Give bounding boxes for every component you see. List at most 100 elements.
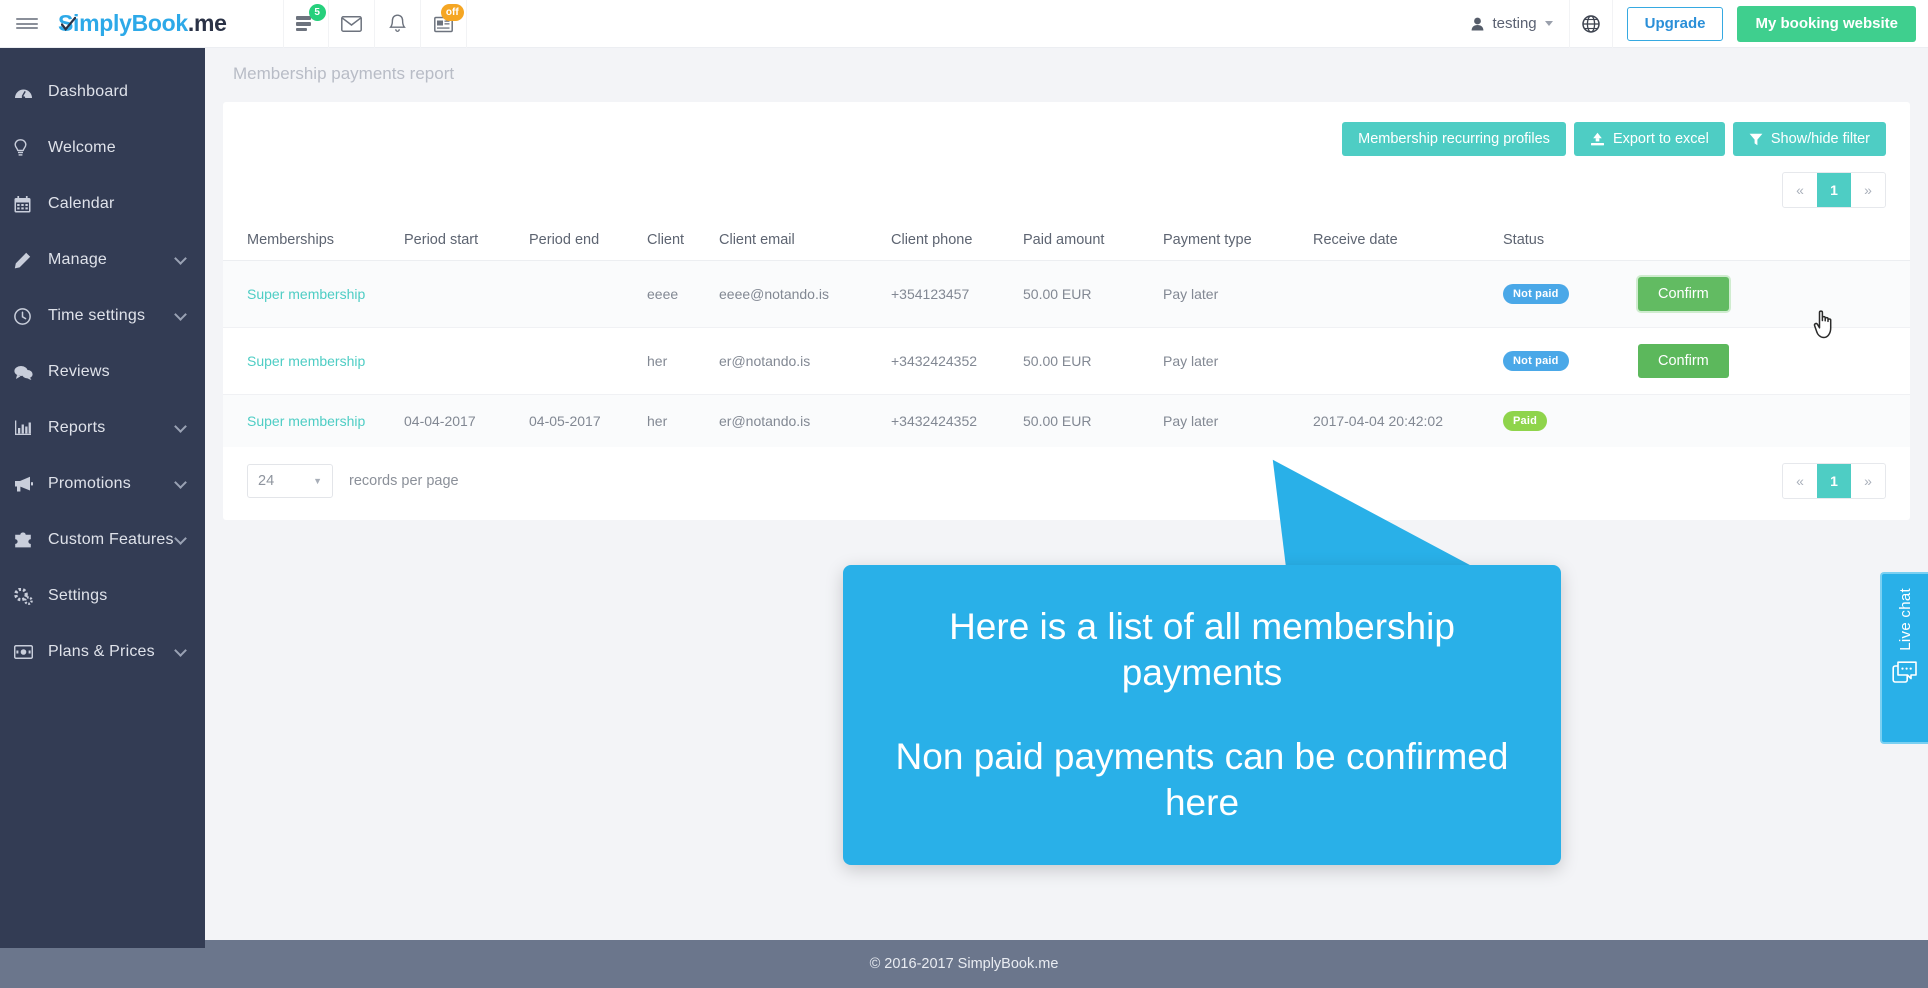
globe-glyph: [1581, 14, 1600, 33]
table-row: Super membership eeee eeee@notando.is +3…: [223, 260, 1910, 328]
chevron-down-icon: [174, 252, 187, 265]
brand-suffix: .me: [187, 10, 227, 36]
status-badge: Not paid: [1503, 284, 1569, 304]
cell-client-phone: +354123457: [885, 260, 1017, 328]
membership-link[interactable]: Super membership: [247, 353, 365, 369]
sidebar-label: Promotions: [48, 475, 131, 492]
pencil-icon: [14, 252, 48, 269]
pagination-page-1-bottom[interactable]: 1: [1817, 464, 1851, 498]
pagination-top: « 1 »: [223, 156, 1910, 208]
cell-paid-amount: 50.00 EUR: [1017, 394, 1157, 447]
cell-action-empty: [1632, 394, 1910, 447]
news-icon[interactable]: off: [421, 0, 467, 48]
sidebar-item-settings[interactable]: Settings: [0, 568, 205, 624]
payments-table: Memberships Period start Period end Clie…: [223, 222, 1910, 447]
calendar-icon: [14, 195, 48, 213]
cell-client-phone: +3432424352: [885, 394, 1017, 447]
confirm-button[interactable]: Confirm: [1638, 277, 1729, 311]
globe-icon[interactable]: [1568, 0, 1613, 48]
sidebar-label: Reports: [48, 419, 106, 436]
clock-icon: [14, 307, 48, 325]
records-per-page-value: 24: [258, 473, 275, 489]
app-root: SimplyBook.me 5 off testing Upgrade My b…: [0, 0, 1928, 988]
sidebar-label: Time settings: [48, 307, 146, 324]
user-name: testing: [1492, 15, 1537, 32]
my-booking-website-button[interactable]: My booking website: [1737, 5, 1916, 42]
table-row: Super membership her er@notando.is +3432…: [223, 327, 1910, 395]
table-head: Memberships Period start Period end Clie…: [223, 222, 1910, 261]
cell-paid-amount: 50.00 EUR: [1017, 327, 1157, 395]
top-header: SimplyBook.me 5 off testing Upgrade My b…: [0, 0, 1928, 48]
page-footer: © 2016-2017 SimplyBook.me: [0, 940, 1928, 988]
cell-period-start: [398, 327, 523, 395]
sidebar-item-reports[interactable]: Reports: [0, 400, 205, 456]
cell-period-end: [523, 327, 641, 395]
col-receive-date: Receive date: [1307, 222, 1497, 261]
sidebar-label: Settings: [48, 587, 108, 604]
callout-line-2: Non paid payments can be confirmed here: [895, 736, 1509, 823]
pagination-prev-bottom[interactable]: «: [1783, 464, 1817, 498]
pagination-next[interactable]: »: [1851, 173, 1885, 207]
bell-icon[interactable]: [375, 0, 421, 48]
membership-link[interactable]: Super membership: [247, 286, 365, 302]
records-per-page-select[interactable]: 24 ▼: [247, 464, 333, 498]
menu-toggle-icon[interactable]: [6, 16, 48, 32]
sidebar-item-custom-features[interactable]: Custom Features: [0, 512, 205, 568]
live-chat-label: Live chat: [1896, 588, 1914, 651]
money-icon: [14, 645, 48, 659]
cell-receive-date: [1307, 260, 1497, 328]
cell-client-email: eeee@notando.is: [713, 260, 885, 328]
col-status: Status: [1497, 222, 1632, 261]
news-badge: off: [440, 3, 464, 21]
sidebar-item-promotions[interactable]: Promotions: [0, 456, 205, 512]
show-hide-filter-label: Show/hide filter: [1770, 131, 1870, 147]
chat-bubble-icon: [1892, 661, 1918, 690]
pagination-next-bottom[interactable]: »: [1851, 464, 1885, 498]
sidebar-item-reviews[interactable]: Reviews: [0, 344, 205, 400]
pagination-prev[interactable]: «: [1783, 173, 1817, 207]
cell-period-end: 04-05-2017: [523, 394, 641, 447]
sidebar-item-time-settings[interactable]: Time settings: [0, 288, 205, 344]
membership-link[interactable]: Super membership: [247, 413, 365, 429]
cell-client-phone: +3432424352: [885, 327, 1017, 395]
pagination-page-1[interactable]: 1: [1817, 173, 1851, 207]
bell-glyph: [388, 14, 406, 33]
cell-client: her: [641, 394, 713, 447]
envelope-icon[interactable]: [329, 0, 375, 48]
chevron-down-icon: [174, 476, 187, 489]
sidebar-label: Welcome: [48, 139, 116, 156]
cell-payment-type: Pay later: [1157, 260, 1307, 328]
brand-main: implyBook: [73, 10, 188, 36]
bulb-icon: [14, 139, 48, 157]
megaphone-icon: [14, 476, 48, 492]
col-action: [1632, 222, 1910, 261]
sidebar-label: Dashboard: [48, 83, 129, 100]
chevron-down-icon: [174, 308, 187, 321]
sidebar-item-welcome[interactable]: Welcome: [0, 120, 205, 176]
col-memberships: Memberships: [223, 222, 398, 261]
server-icon[interactable]: 5: [282, 0, 329, 48]
sidebar-item-plans-prices[interactable]: Plans & Prices: [0, 624, 205, 680]
col-client-email: Client email: [713, 222, 885, 261]
table-row: Super membership 04-04-2017 04-05-2017 h…: [223, 394, 1910, 447]
cell-payment-type: Pay later: [1157, 327, 1307, 395]
puzzle-icon: [14, 532, 48, 548]
card-toolbar: Membership recurring profiles Export to …: [223, 102, 1910, 156]
live-chat-button[interactable]: Live chat: [1880, 572, 1928, 744]
status-badge: Paid: [1503, 411, 1548, 431]
confirm-button[interactable]: Confirm: [1638, 344, 1729, 378]
export-to-excel-button[interactable]: Export to excel: [1573, 122, 1725, 156]
user-menu[interactable]: testing: [1455, 7, 1568, 41]
gears-icon: [14, 587, 48, 605]
membership-recurring-profiles-button[interactable]: Membership recurring profiles: [1342, 122, 1566, 156]
sidebar-item-calendar[interactable]: Calendar: [0, 176, 205, 232]
comments-icon: [14, 365, 48, 380]
show-hide-filter-button[interactable]: Show/hide filter: [1732, 122, 1886, 156]
col-period-start: Period start: [398, 222, 523, 261]
chevron-down-icon: ▼: [313, 476, 322, 486]
upgrade-button[interactable]: Upgrade: [1626, 6, 1724, 41]
sidebar-item-manage[interactable]: Manage: [0, 232, 205, 288]
sidebar-nav: Dashboard Welcome Calendar Manage Time s…: [0, 48, 205, 948]
cell-period-start: [398, 260, 523, 328]
sidebar-item-dashboard[interactable]: Dashboard: [0, 64, 205, 120]
